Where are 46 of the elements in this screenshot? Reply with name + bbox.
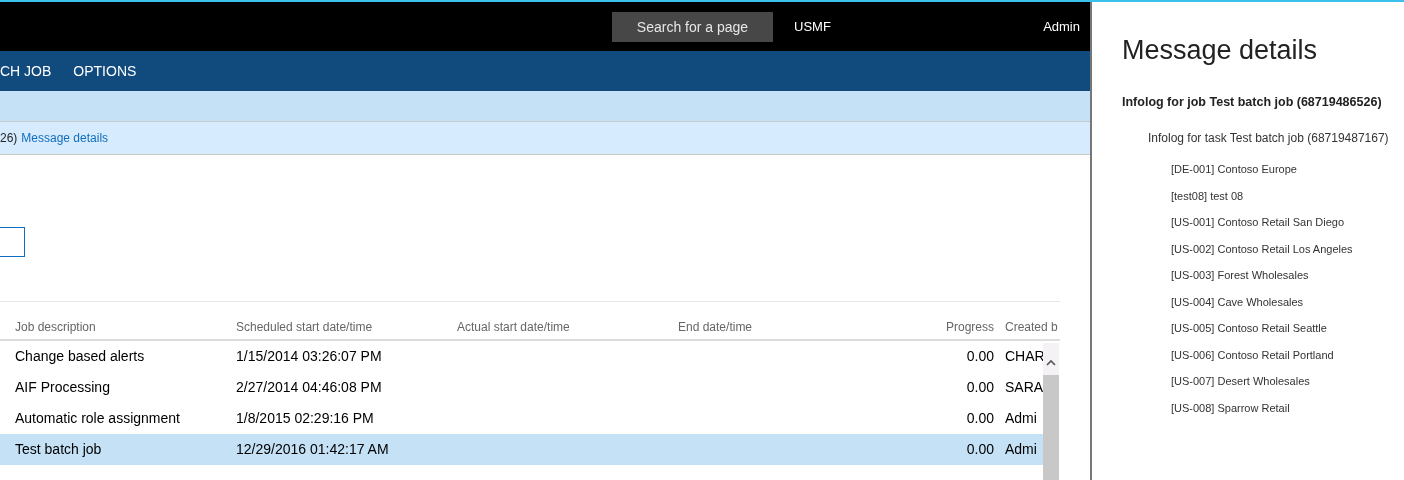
table-cell-text: 0.00 xyxy=(965,440,994,459)
table-cell-text: Admi xyxy=(1005,440,1038,459)
menu-tab[interactable]: OPTIONS xyxy=(73,60,137,82)
table-cell-text: Test batch job xyxy=(15,440,103,459)
message-line: [test08] test 08 xyxy=(1171,188,1245,204)
search-field[interactable]: Search for a page xyxy=(612,11,773,42)
table-cell-text: 0.00 xyxy=(965,378,994,397)
table-cell-text: 12/29/2016 01:42:17 AM xyxy=(236,440,390,459)
column-header[interactable]: Job description xyxy=(15,317,236,336)
table-row[interactable]: Test batch job 12/29/2016 01:42:17 AM 0.00 Admi xyxy=(0,434,1043,465)
table-cell-text: 0.00 xyxy=(965,409,994,428)
table-cell-text: 1/8/2015 02:29:16 PM xyxy=(236,409,375,428)
scroll-up-icon[interactable] xyxy=(1046,359,1056,366)
table-cell-text: Change based alerts xyxy=(15,347,146,366)
table-cell-text: Automatic role assignment xyxy=(15,409,181,428)
menu-tab[interactable]: CH JOB xyxy=(0,60,52,82)
table-cell-text: SARA xyxy=(1005,378,1043,397)
job-infolog: Infolog for job Test batch job (68719486526) xyxy=(1122,93,1383,111)
message-line: [US-001] Contoso Retail San Diego xyxy=(1171,215,1346,231)
column-header[interactable]: End date/time xyxy=(678,317,899,336)
table-cell-text: 0.00 xyxy=(965,347,994,366)
table-cell-text: 2/27/2014 04:46:08 PM xyxy=(236,378,383,397)
user-name[interactable]: Admin xyxy=(1043,16,1080,37)
message-line: [US-007] Desert Wholesales xyxy=(1171,374,1311,390)
column-header[interactable]: Progress xyxy=(899,317,994,336)
table-cell-text: Admi xyxy=(1005,409,1038,428)
company-label[interactable]: USMF xyxy=(794,16,831,37)
message-line: [DE-001] Contoso Europe xyxy=(1171,162,1298,178)
message-line: [US-006] Contoso Retail Portland xyxy=(1171,347,1335,363)
message-text: 26) xyxy=(0,130,18,147)
message-details-link[interactable]: Message details xyxy=(21,129,109,147)
panel-title: Message details xyxy=(1122,34,1319,67)
column-header[interactable]: Scheduled start date/time xyxy=(236,317,457,336)
message-line: [US-003] Forest Wholesales xyxy=(1171,268,1310,284)
column-header[interactable]: Actual start date/time xyxy=(457,317,678,336)
table-row[interactable]: AIF Processing 2/27/2014 04:46:08 PM 0.00 SARA xyxy=(0,372,1043,403)
table-row[interactable]: Automatic role assignment 1/8/2015 02:29:16 PM 0.00 Admi xyxy=(0,403,1043,434)
table-cell-text: 1/15/2014 03:26:07 PM xyxy=(236,347,383,366)
table-cell-text: AIF Processing xyxy=(15,378,111,397)
task-infolog: Infolog for task Test batch job (68719487167) xyxy=(1148,130,1390,148)
input-field[interactable] xyxy=(0,227,25,257)
column-header[interactable]: Created b xyxy=(1005,317,1061,336)
message-line: [US-002] Contoso Retail Los Angeles xyxy=(1171,241,1354,257)
message-line: [US-005] Contoso Retail Seattle xyxy=(1171,321,1328,337)
message-line: [US-004] Cave Wholesales xyxy=(1171,294,1305,310)
message-line: [US-008] Sparrow Retail xyxy=(1171,400,1291,416)
